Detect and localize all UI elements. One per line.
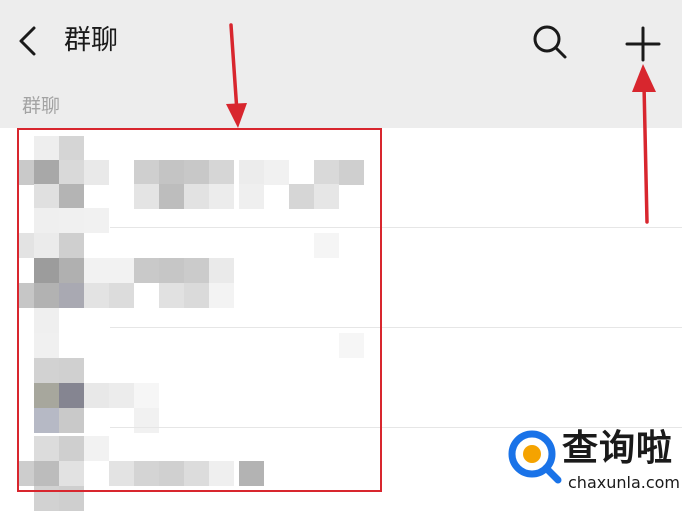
watermark-brand-en: chaxunla.com <box>568 473 680 492</box>
group-chat-row[interactable] <box>0 128 682 233</box>
top-nav-bar: 群聊 <box>0 0 682 86</box>
chevron-left-icon <box>19 26 36 56</box>
plus-icon <box>625 26 661 62</box>
watermark: 查询啦 chaxunla.com <box>506 424 680 500</box>
section-header: 群聊 <box>0 86 682 128</box>
page-title: 群聊 <box>64 25 118 56</box>
group-chat-row[interactable] <box>0 328 682 433</box>
search-icon <box>533 25 567 59</box>
magnifier-logo-icon <box>508 430 562 484</box>
back-button[interactable] <box>14 22 44 60</box>
watermark-brand-cn: 查询啦 <box>562 428 674 469</box>
add-button[interactable] <box>620 20 666 66</box>
group-chat-row[interactable] <box>0 228 682 333</box>
search-button[interactable] <box>528 20 570 62</box>
section-label: 群聊 <box>22 95 61 117</box>
